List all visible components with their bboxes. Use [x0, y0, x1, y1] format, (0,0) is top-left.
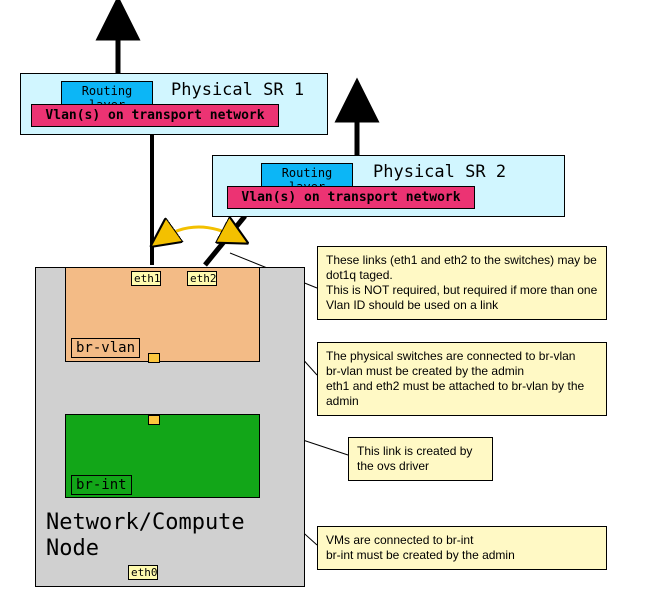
physical-sr-2: Routing layer Physical SR 2 Vlan(s) on t…	[212, 155, 565, 217]
br-int-port-top	[148, 415, 160, 425]
br-int: br-int	[65, 414, 260, 498]
sr1-label: Physical SR 1	[171, 80, 304, 100]
note-links-tagged: These links (eth1 and eth2 to the switch…	[317, 246, 607, 320]
note-vms-brint: VMs are connected to br-int br-int must …	[317, 526, 607, 570]
sr2-label: Physical SR 2	[373, 162, 506, 182]
eth2-label: eth2	[187, 271, 217, 286]
eth1-label: eth1	[131, 271, 161, 286]
node-label: Network/Compute Node	[46, 510, 245, 563]
eth0-label: eth0	[128, 565, 158, 580]
sr2-vlan-bar: Vlan(s) on transport network	[227, 186, 475, 209]
physical-sr-1: Routing layer Physical SR 1 Vlan(s) on t…	[20, 73, 328, 135]
br-vlan-label: br-vlan	[71, 338, 140, 358]
sr1-vlan-bar: Vlan(s) on transport network	[31, 104, 279, 127]
br-int-label: br-int	[71, 475, 132, 495]
note-switches-brvlan: The physical switches are connected to b…	[317, 342, 607, 416]
br-vlan-port-bottom	[148, 353, 160, 363]
br-vlan: eth1 eth2 br-vlan	[65, 267, 260, 362]
note-ovs-link: This link is created by the ovs driver	[348, 437, 493, 481]
